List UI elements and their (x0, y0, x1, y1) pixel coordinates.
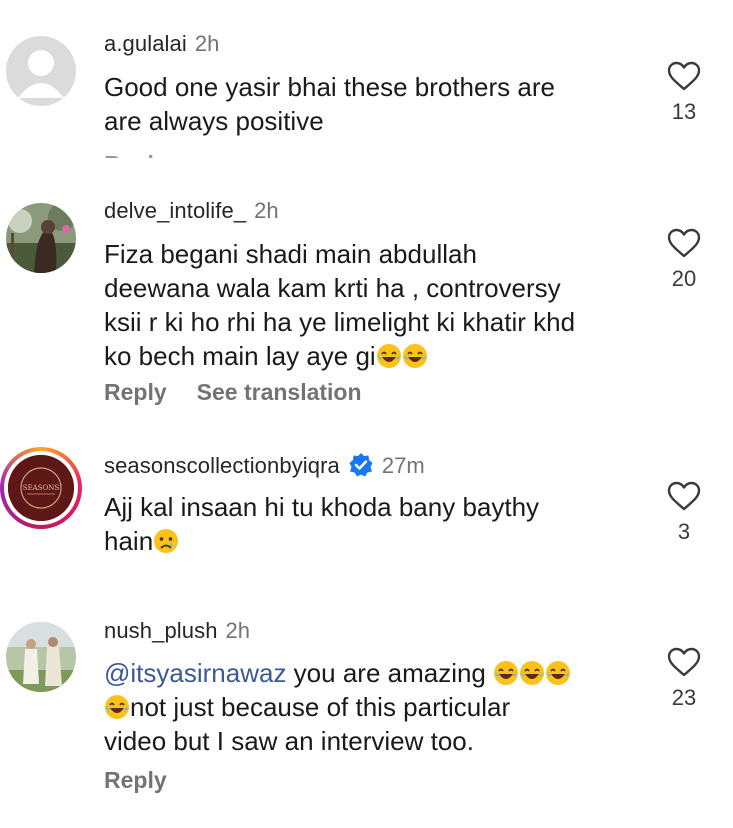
username[interactable]: a.gulalai (104, 31, 187, 56)
comment-text: Good one yasir bhai these brothers are a… (104, 70, 654, 138)
avatar[interactable] (6, 203, 76, 273)
heart-icon[interactable] (667, 228, 701, 258)
timestamp: 2h (225, 618, 251, 643)
username[interactable]: delve_intolife_ (104, 198, 246, 223)
comment-header: nush_plush 2h (104, 618, 250, 644)
brand-logo-text: SEASONS (23, 484, 60, 492)
see-translation-button[interactable]: See translation (197, 379, 362, 405)
comment-text-line: ksii r ki ho rhi ha ye limelight ki khat… (104, 307, 576, 337)
comment-text: @itsyasirnawaz you are amazing not just … (104, 656, 654, 758)
comment-text-line: not just because of this particular (104, 690, 654, 724)
like-count: 13 (671, 99, 697, 124)
timestamp: 2h (194, 31, 220, 56)
avatar[interactable] (6, 622, 76, 692)
heart-icon[interactable] (667, 647, 701, 677)
comment-actions: Reply See translation (104, 378, 392, 406)
laughing-emoji (105, 695, 129, 719)
comment-text-line: Good one yasir bhai these brothers are (104, 72, 555, 102)
comment-header: a.gulalai 2h (104, 31, 219, 57)
verified-badge-icon (349, 453, 373, 477)
like-button[interactable]: 23 (660, 647, 708, 711)
like-button[interactable]: 20 (660, 228, 708, 292)
avatar[interactable]: SEASONS (8, 455, 74, 521)
comment-header: delve_intolife_ 2h (104, 198, 279, 224)
like-count: 23 (671, 685, 697, 710)
brand-logo-icon: SEASONS (8, 455, 74, 521)
reply-button[interactable]: Reply (104, 379, 167, 405)
username[interactable]: nush_plush (104, 618, 218, 643)
comment-text-line: Ajj kal insaan hi tu khoda bany baythy (104, 492, 540, 522)
heart-icon[interactable] (667, 61, 701, 91)
like-button[interactable]: 13 (660, 61, 708, 125)
profile-photo-icon (6, 622, 76, 692)
default-avatar-icon (6, 36, 76, 106)
comment-header: seasonscollectionbyiqra 27m (104, 452, 425, 479)
laughing-emoji (520, 661, 545, 685)
heart-icon[interactable] (667, 481, 701, 511)
laughing-emoji (376, 344, 401, 368)
comment-text: Fiza begani shadi main abdullah deewana … (104, 237, 654, 373)
avatar[interactable] (6, 36, 76, 106)
reply-button[interactable]: Reply (104, 767, 167, 793)
username[interactable]: seasonscollectionbyiqra (104, 453, 340, 478)
like-count: 20 (671, 266, 697, 291)
timestamp: 2h (254, 198, 279, 223)
comment-text-line: Fiza begani shadi main abdullah (104, 239, 477, 269)
profile-photo-icon (6, 203, 76, 273)
crying-emoji (154, 529, 179, 553)
comment-text: Ajj kal insaan hi tu khoda bany baythy h… (104, 490, 654, 558)
comment-text-line: ko bech main lay aye gi (104, 339, 654, 373)
story-ring[interactable]: SEASONS (0, 447, 82, 529)
comment-text-line: hain (104, 524, 654, 558)
like-button[interactable]: 3 (660, 481, 708, 545)
reply-button[interactable]: Reply (104, 150, 224, 158)
comment-text-line: @itsyasirnawaz you are amazing (104, 656, 654, 690)
comment-text-line: video but I saw an interview too. (104, 726, 474, 756)
laughing-emoji (494, 661, 519, 685)
comment-text-line: deewana wala kam krti ha , controversy (104, 273, 561, 303)
like-count: 3 (677, 519, 691, 544)
comment-actions: Reply (104, 766, 197, 794)
laughing-emoji (402, 344, 427, 368)
timestamp: 27m (381, 453, 425, 478)
laughing-emoji (546, 661, 571, 685)
comment-text-line: are always positive (104, 106, 324, 136)
mention-link[interactable]: @itsyasirnawaz (104, 658, 286, 688)
